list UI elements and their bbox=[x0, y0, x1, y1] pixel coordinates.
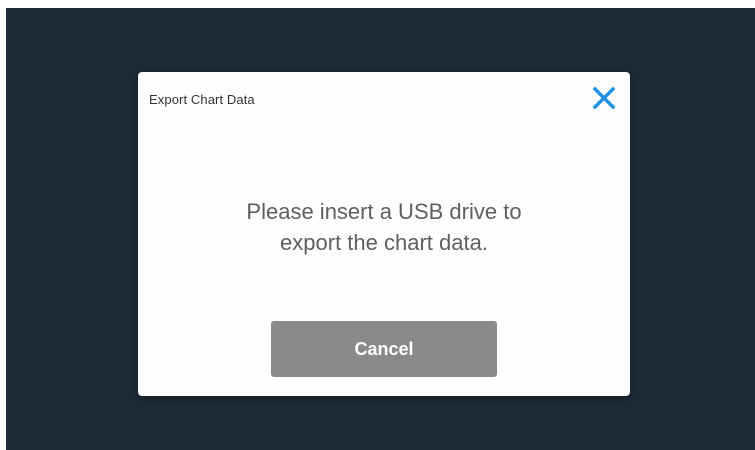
close-button[interactable] bbox=[590, 84, 618, 112]
cancel-button[interactable]: Cancel bbox=[271, 321, 497, 377]
message-line: export the chart data. bbox=[280, 230, 488, 255]
dialog-message: Please insert a USB drive to export the … bbox=[178, 196, 590, 258]
export-dialog: Export Chart Data Please insert a USB dr… bbox=[138, 72, 630, 396]
close-icon[interactable] bbox=[592, 86, 616, 110]
backdrop: Export Chart Data Please insert a USB dr… bbox=[6, 8, 755, 450]
message-line: Please insert a USB drive to bbox=[246, 199, 522, 224]
dialog-title: Export Chart Data bbox=[149, 92, 255, 107]
dialog-header: Export Chart Data bbox=[138, 72, 630, 128]
